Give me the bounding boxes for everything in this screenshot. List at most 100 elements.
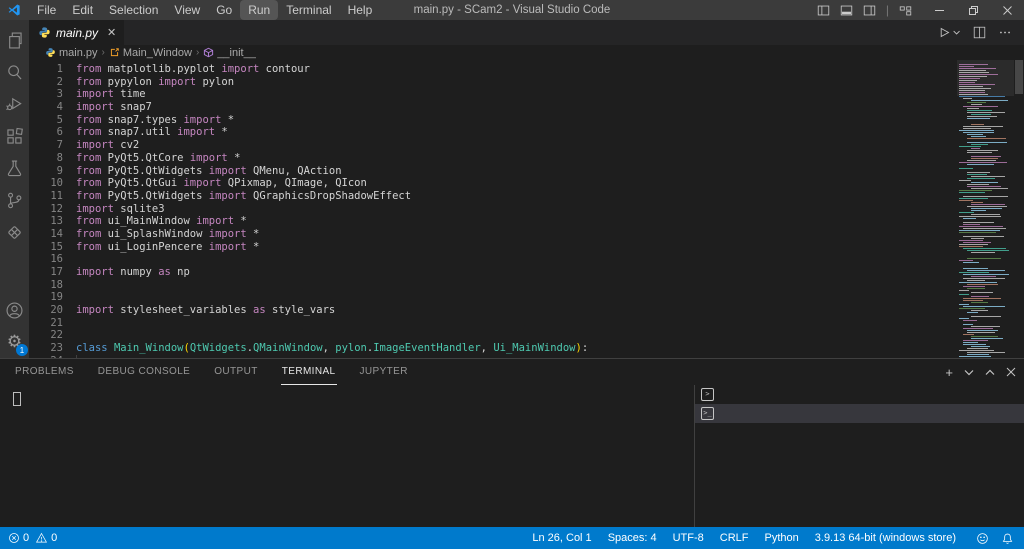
terminal-dropdown-icon[interactable] xyxy=(964,369,974,376)
menu-help[interactable]: Help xyxy=(340,0,381,20)
code-line[interactable]: 24 xyxy=(29,354,957,358)
code-line[interactable]: 17 import numpy as np xyxy=(29,266,957,279)
new-terminal-icon[interactable]: + xyxy=(945,365,953,380)
line-number: 10 xyxy=(50,177,63,190)
terminal-output[interactable] xyxy=(0,385,694,527)
menu-selection[interactable]: Selection xyxy=(101,0,166,20)
settings-gear-icon[interactable]: ⚙ 1 xyxy=(0,326,29,356)
restore-button[interactable] xyxy=(956,0,990,20)
breadcrumb-item-main-window[interactable]: Main_Window xyxy=(109,47,192,59)
toggle-sidebar-icon[interactable] xyxy=(817,4,830,17)
code-line[interactable]: 18 xyxy=(29,279,957,292)
code-line[interactable]: 13 from ui_MainWindow import * xyxy=(29,215,957,228)
indent-guide xyxy=(76,354,77,358)
code-line[interactable]: 22 xyxy=(29,329,957,342)
terminal-list-item[interactable]: > xyxy=(695,385,1024,404)
status-item-python[interactable]: Python xyxy=(765,532,799,544)
status-item-utf-8[interactable]: UTF-8 xyxy=(673,532,704,544)
line-number: 11 xyxy=(50,189,63,202)
code-line[interactable]: 7 import cv2 xyxy=(29,139,957,152)
panel-tab-output[interactable]: OUTPUT xyxy=(213,359,259,385)
code-line[interactable]: 21 xyxy=(29,317,957,330)
breadcrumb-separator: › xyxy=(195,47,200,58)
account-icon[interactable] xyxy=(0,294,29,326)
line-number: 1 xyxy=(56,63,63,75)
panel-header: PROBLEMS DEBUG CONSOLE OUTPUT TERMINAL JUPYT… xyxy=(0,359,1024,385)
status-item-crlf[interactable]: CRLF xyxy=(720,532,749,544)
menu-terminal[interactable]: Terminal xyxy=(278,0,339,20)
customize-layout-icon[interactable] xyxy=(899,4,912,17)
panel-tab-terminal[interactable]: TERMINAL xyxy=(280,359,337,385)
code-text-area[interactable]: 1 from matplotlib.pyplot import contour 2 f… xyxy=(29,60,957,358)
toggle-secondary-sidebar-icon[interactable] xyxy=(863,4,876,17)
extensions-icon[interactable] xyxy=(0,120,29,152)
testing-icon[interactable] xyxy=(0,152,29,184)
remote-targets-icon[interactable] xyxy=(0,216,29,248)
status-item-3-9-13-64-bit-windows-store-[interactable]: 3.9.13 64-bit (windows store) xyxy=(815,532,956,544)
code-line[interactable]: 23 class Main_Window(QtWidgets.QMainWindo… xyxy=(29,342,957,355)
code-line[interactable]: 15 from ui_LoginPencere import * xyxy=(29,241,957,254)
code-line[interactable]: 16 xyxy=(29,253,957,266)
minimize-button[interactable] xyxy=(922,0,956,20)
editor-scrollbar-slider[interactable] xyxy=(1015,60,1023,94)
minimap[interactable] xyxy=(957,60,1014,358)
breadcrumb-item--init-[interactable]: __init__ xyxy=(203,47,256,59)
terminal-list: > >_ xyxy=(694,385,1024,527)
close-panel-icon[interactable] xyxy=(1006,367,1016,377)
code-line[interactable]: 10 from PyQt5.QtGui import QPixmap, QImag… xyxy=(29,177,957,190)
run-and-debug-icon[interactable] xyxy=(0,88,29,120)
explorer-icon[interactable] xyxy=(0,24,29,56)
status-item-spaces-4[interactable]: Spaces: 4 xyxy=(608,532,657,544)
panel-tab-debug-console[interactable]: DEBUG CONSOLE xyxy=(97,359,191,385)
menu-view[interactable]: View xyxy=(166,0,208,20)
menu-edit[interactable]: Edit xyxy=(64,0,101,20)
tab-close-icon[interactable]: ✕ xyxy=(107,26,116,39)
search-icon[interactable] xyxy=(0,56,29,88)
breadcrumb-label: Main_Window xyxy=(122,46,192,59)
menu-run[interactable]: Run xyxy=(240,0,279,20)
panel-tab-jupyter[interactable]: JUPYTER xyxy=(359,359,409,385)
breadcrumb-item-main-py[interactable]: main.py xyxy=(45,47,98,59)
source-control-icon[interactable] xyxy=(0,184,29,216)
terminal-icon: >_ xyxy=(701,407,714,420)
code-line[interactable]: 6 from snap7.util import * xyxy=(29,126,957,139)
code-line[interactable]: 20 import stylesheet_variables as style_v… xyxy=(29,304,957,317)
code-line[interactable]: 19 xyxy=(29,291,957,304)
problems-indicator[interactable]: 0 0 xyxy=(8,532,57,544)
panel-tab-problems[interactable]: PROBLEMS xyxy=(14,359,75,385)
feedback-icon[interactable] xyxy=(976,532,989,545)
code-line[interactable]: 11 from PyQt5.QtWidgets import QGraphicsD… xyxy=(29,190,957,203)
code-line[interactable]: 14 from ui_SplashWindow import * xyxy=(29,228,957,241)
editor-scrollbar[interactable] xyxy=(1014,60,1024,358)
code-line[interactable]: 2 from pypylon import pylon xyxy=(29,76,957,89)
line-content: from ui_MainWindow import * xyxy=(76,215,247,228)
line-number: 21 xyxy=(50,316,63,329)
line-content: import time xyxy=(76,88,146,101)
line-content: from PyQt5.QtWidgets import QGraphicsDro… xyxy=(76,189,412,202)
line-number: 12 xyxy=(50,202,63,215)
notifications-bell-icon[interactable] xyxy=(1001,532,1014,545)
close-window-button[interactable] xyxy=(990,0,1024,20)
code-line[interactable]: 3 import time xyxy=(29,88,957,101)
tab-main-py[interactable]: main.py ✕ xyxy=(29,20,125,45)
status-bar: 0 0 Ln 26, Col 1 Spaces: 4 UTF-8 CRLF Python… xyxy=(0,527,1024,549)
code-line[interactable]: 1 from matplotlib.pyplot import contour xyxy=(29,63,957,76)
more-actions-icon[interactable] xyxy=(998,26,1012,39)
line-content: from pypylon import pylon xyxy=(76,75,235,88)
code-editor: 1 from matplotlib.pyplot import contour 2 f… xyxy=(29,60,1024,358)
code-line[interactable]: 4 import snap7 xyxy=(29,101,957,114)
menu-go[interactable]: Go xyxy=(208,0,240,20)
code-line[interactable]: 9 from PyQt5.QtWidgets import QMenu, QAct… xyxy=(29,165,957,178)
maximize-panel-icon[interactable] xyxy=(985,369,995,376)
toggle-panel-icon[interactable] xyxy=(840,4,853,17)
line-number: 19 xyxy=(50,291,63,304)
code-line[interactable]: 8 from PyQt5.QtCore import * xyxy=(29,152,957,165)
status-item-ln-26-col-1[interactable]: Ln 26, Col 1 xyxy=(532,532,591,544)
code-line[interactable]: 5 from snap7.types import * xyxy=(29,114,957,127)
split-editor-icon[interactable] xyxy=(973,26,986,39)
line-content: import sqlite3 xyxy=(76,202,165,215)
run-python-file-button[interactable] xyxy=(939,26,961,39)
terminal-list-item[interactable]: >_ xyxy=(695,404,1024,423)
code-line[interactable]: 12 import sqlite3 xyxy=(29,203,957,216)
menu-file[interactable]: File xyxy=(29,0,64,20)
